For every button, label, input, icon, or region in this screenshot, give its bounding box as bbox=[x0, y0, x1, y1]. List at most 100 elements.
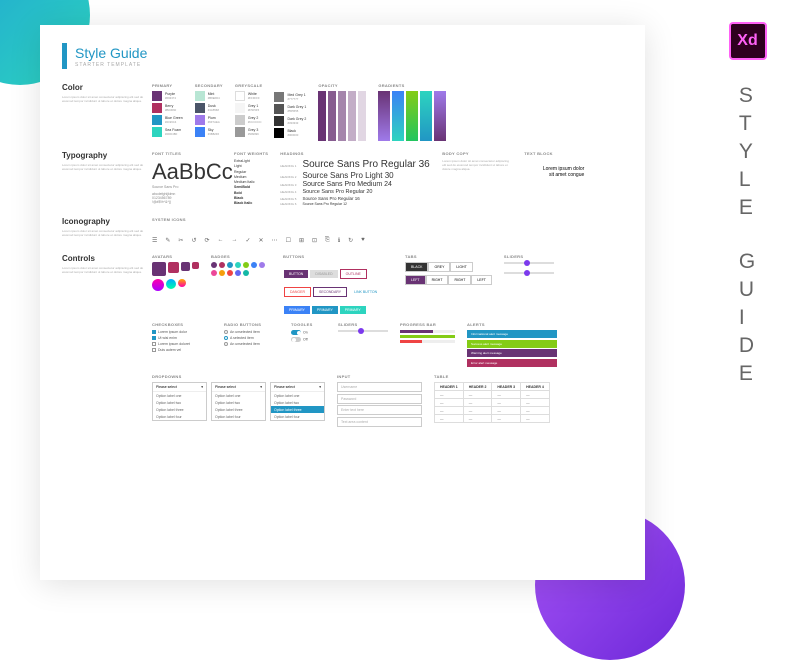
dropdown-item[interactable]: Option label four bbox=[212, 413, 265, 420]
dropdown-item[interactable]: Option label two bbox=[271, 399, 324, 406]
button[interactable]: PRIMARY bbox=[284, 306, 310, 314]
toggle-on[interactable] bbox=[291, 330, 301, 335]
dropdown-item[interactable]: Option label three bbox=[153, 406, 206, 413]
button[interactable]: DANGER bbox=[284, 287, 311, 297]
checkbox[interactable] bbox=[152, 348, 156, 352]
badge bbox=[227, 262, 233, 268]
system-icon: → bbox=[232, 237, 238, 244]
color-swatch bbox=[152, 115, 162, 125]
system-icon: ⊡ bbox=[312, 237, 317, 244]
dropdown-item[interactable]: Option label two bbox=[212, 399, 265, 406]
swatch-hex: #9F7AEA bbox=[208, 120, 220, 124]
table-cell: — bbox=[521, 391, 550, 399]
system-icon: ☰ bbox=[152, 237, 157, 244]
tab[interactable]: GREY bbox=[428, 262, 450, 272]
slider[interactable] bbox=[338, 330, 388, 332]
button[interactable]: SECONDARY bbox=[313, 287, 347, 297]
text-input[interactable]: Username bbox=[337, 382, 422, 392]
tab[interactable]: LEFT bbox=[405, 275, 426, 285]
gradient-bar bbox=[406, 91, 418, 141]
checkbox[interactable] bbox=[152, 342, 156, 346]
text-input[interactable]: Enter text here bbox=[337, 405, 422, 415]
button[interactable]: BUTTON bbox=[284, 270, 308, 278]
dropdown-item[interactable]: Option label one bbox=[153, 392, 206, 399]
side-letter: D bbox=[739, 334, 756, 358]
color-swatch bbox=[274, 104, 284, 114]
section-desc: Lorem ipsum dolor sit amet consectetur a… bbox=[62, 266, 152, 274]
dropdown[interactable]: Please select▾Option label oneOption lab… bbox=[211, 382, 266, 421]
checkbox[interactable] bbox=[152, 330, 156, 334]
text-input[interactable]: Password bbox=[337, 394, 422, 404]
xd-logo-icon: Xd bbox=[729, 22, 767, 60]
color-swatch bbox=[195, 91, 205, 101]
table-cell: — bbox=[492, 407, 521, 415]
swatch-row: Black#000000 bbox=[274, 128, 306, 138]
checkbox[interactable] bbox=[152, 336, 156, 340]
tab[interactable]: LIGHT bbox=[450, 262, 472, 272]
swatch-hex: #000000 bbox=[287, 133, 298, 137]
side-letter: E bbox=[739, 196, 756, 220]
tab[interactable]: BLACK bbox=[405, 262, 428, 272]
slider[interactable] bbox=[504, 262, 554, 264]
slider[interactable] bbox=[504, 272, 554, 274]
body-head: BODY COPY bbox=[442, 151, 512, 156]
radio[interactable] bbox=[224, 330, 228, 334]
button[interactable]: OUTLINE bbox=[340, 269, 367, 279]
swatch-row: Dark Grey 1#555555 bbox=[274, 104, 306, 114]
progress-bar bbox=[400, 330, 455, 333]
headings-head: HEADINGS bbox=[280, 151, 430, 156]
button[interactable]: PRIMARY bbox=[312, 306, 338, 314]
dropdown-item[interactable]: Option label four bbox=[271, 413, 324, 420]
avatar bbox=[152, 262, 166, 276]
tab[interactable]: RIGHT bbox=[426, 275, 449, 285]
badge bbox=[235, 270, 241, 276]
table-cell: — bbox=[463, 415, 492, 423]
color-swatch bbox=[274, 116, 284, 126]
swatch-group-head: PRIMARY bbox=[152, 83, 183, 88]
swatch-hex: #693374 bbox=[165, 96, 176, 100]
badges-head: BADGES bbox=[211, 254, 271, 259]
button[interactable]: PRIMARY bbox=[340, 306, 366, 314]
block-head: TEXT BLOCK bbox=[524, 151, 584, 156]
swatch-hex: #FFFFFF bbox=[248, 96, 260, 100]
system-icon: ⊞ bbox=[299, 237, 304, 244]
text-input[interactable]: Text area content bbox=[337, 417, 422, 427]
chevron-down-icon: ▾ bbox=[319, 385, 321, 389]
tab[interactable]: LEFT bbox=[471, 275, 492, 285]
button[interactable]: DISABLED bbox=[310, 270, 337, 278]
dropdown-item[interactable]: Option label three bbox=[271, 406, 324, 413]
swatch-hex: #CCCCCC bbox=[248, 120, 262, 124]
dropdown-item[interactable]: Option label two bbox=[153, 399, 206, 406]
button[interactable]: LINK BUTTON bbox=[349, 288, 382, 296]
dropdown-item[interactable]: Option label four bbox=[153, 413, 206, 420]
swatch-row: Med Grey 1#777777 bbox=[274, 92, 306, 102]
sliders-head-2: SLIDERS bbox=[338, 322, 388, 327]
table-cell: — bbox=[435, 415, 464, 423]
dropdown-item[interactable]: Option label one bbox=[271, 392, 324, 399]
section-title-typo: Typography bbox=[62, 151, 152, 160]
color-swatch bbox=[235, 91, 245, 101]
radio[interactable] bbox=[224, 336, 228, 340]
dropdown-item[interactable]: Option label three bbox=[212, 406, 265, 413]
toggle-off[interactable] bbox=[291, 337, 301, 342]
swatch-row: Sea Foam#2DD4BF bbox=[152, 127, 183, 137]
icons-head: SYSTEM ICONS bbox=[152, 217, 623, 222]
swatch-group-head: SECONDARY bbox=[195, 83, 223, 88]
tab[interactable]: RIGHT bbox=[448, 275, 471, 285]
dropdown-item[interactable]: Option label one bbox=[212, 392, 265, 399]
system-icon: ← bbox=[218, 237, 224, 244]
heading-sample: Source Sans Pro Regular 12 bbox=[302, 202, 347, 206]
heading-sample: Source Sans Pro Regular 16 bbox=[302, 196, 359, 201]
swatch-row: Dark Grey 2#333333 bbox=[274, 116, 306, 126]
swatch-row: Blue Green#2196C4 bbox=[152, 115, 183, 125]
system-icon: ⎘ bbox=[325, 237, 330, 244]
text-block: Lorem ipsum dolor sit amet congue bbox=[524, 166, 584, 178]
radio[interactable] bbox=[224, 342, 228, 346]
dropdown[interactable]: Please select▾Option label oneOption lab… bbox=[152, 382, 207, 421]
heading-sample: Source Sans Pro Medium 24 bbox=[302, 181, 392, 188]
side-letter: Y bbox=[739, 140, 756, 164]
swatch-row: Berry#B03060 bbox=[152, 103, 183, 113]
dropdown[interactable]: Please select▾Option label oneOption lab… bbox=[270, 382, 325, 421]
badge bbox=[211, 262, 217, 268]
swatch-row: Grey 3#999999 bbox=[235, 127, 263, 137]
